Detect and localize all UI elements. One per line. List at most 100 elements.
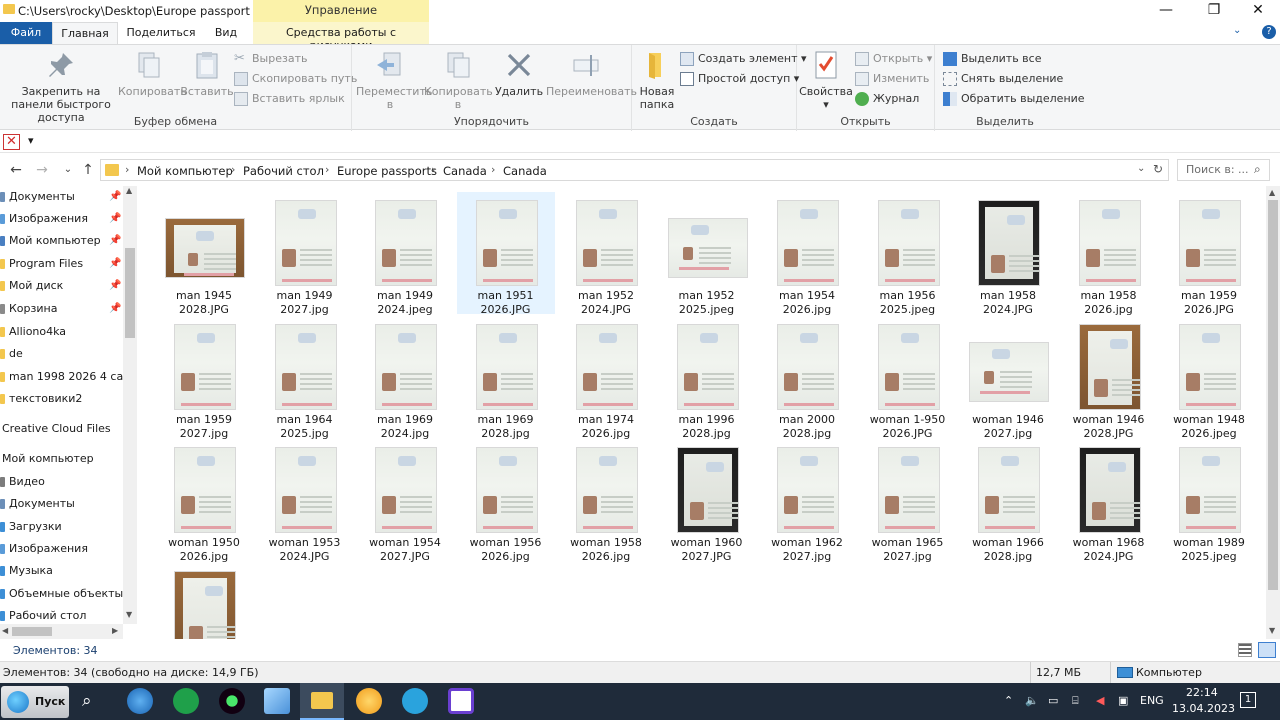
file-item[interactable]: man 1951 2026.JPG [456,192,555,316]
volume-icon[interactable]: 🔈 [1025,694,1039,707]
file-item[interactable]: woman 1965 2027.jpg [859,439,957,563]
file-item[interactable]: man 2000 2028.jpg [758,316,856,440]
minimize-button[interactable]: — [1146,0,1186,22]
ribbon-collapse-icon[interactable]: ⌄ [1233,25,1241,36]
tab-file[interactable]: Файл [0,22,52,44]
start-button[interactable]: Пуск [1,686,69,718]
file-item[interactable]: man 1956 2025.jpeg [859,192,957,316]
paste-button[interactable]: Вставить [180,49,234,98]
easy-access-button[interactable]: Простой доступ ▾ [680,70,799,88]
sidebar-item[interactable]: Музыка [0,561,123,581]
sidebar-item[interactable]: Мой компьютер [0,449,123,469]
file-item[interactable] [155,563,253,639]
sidebar-item[interactable]: Рабочий стол [0,606,123,626]
sidebar-item[interactable]: de [0,344,123,364]
file-item[interactable]: man 1945 2028.JPG [155,192,253,316]
details-view-icon[interactable] [1238,643,1252,657]
file-item[interactable]: woman 1958 2026.jpg [557,439,655,563]
history-button[interactable]: Журнал [855,90,919,108]
search-input[interactable]: Поиск в: ... ⌕ [1177,159,1270,181]
help-icon[interactable]: ? [1262,25,1276,39]
file-item[interactable]: woman 1946 2028.JPG [1060,316,1158,440]
file-item[interactable]: woman 1946 2027.jpg [959,316,1057,440]
file-item[interactable]: woman 1950 2026.jpg [155,439,253,563]
edit-button[interactable]: Изменить [855,70,929,88]
file-item[interactable]: man 1969 2028.jpg [457,316,555,440]
pin-quick-access-button[interactable]: Закрепить на панели быстрого доступа [4,49,118,124]
browser-icon[interactable] [127,688,153,714]
file-item[interactable]: man 1952 2025.jpeg [658,192,756,316]
manage-context-tab[interactable]: Управление [253,0,429,22]
file-item[interactable]: man 1958 2024.JPG [959,192,1057,316]
sidebar-item[interactable]: Объемные объекты [0,584,123,604]
maximize-button[interactable]: ❐ [1194,0,1234,22]
search-icon[interactable]: ⌕ [82,691,92,711]
file-item[interactable]: woman 1966 2028.jpg [959,439,1057,563]
file-item[interactable]: woman 1-950 2026.JPG [859,316,957,440]
breadcrumb-my-computer[interactable]: Мой компьютер [137,164,233,178]
file-item[interactable]: man 1974 2026.jpg [557,316,655,440]
cut-button[interactable]: ✂ Вырезать [234,50,307,68]
sidebar-item[interactable]: Изображения 📌 [0,209,123,229]
invert-selection-button[interactable]: Обратить выделение [943,90,1085,108]
file-item[interactable]: man 1949 2027.jpg [256,192,354,316]
file-item[interactable]: man 1959 2027.jpg [155,316,253,440]
network-icon[interactable]: ⌸ [1072,694,1079,708]
forward-button[interactable]: → [32,160,52,180]
address-bar[interactable]: › Мой компьютер › Рабочий стол › Europe … [100,159,1169,181]
breadcrumb-desktop[interactable]: Рабочий стол [243,164,324,178]
scroll-down-arrow-icon[interactable]: ▼ [126,610,132,619]
select-all-button[interactable]: Выделить все [943,50,1041,68]
sidebar-item[interactable]: Creative Cloud Files [0,419,123,439]
tab-picture-tools[interactable]: Средства работы с рисунками [253,22,429,52]
sidebar-scroll-thumb[interactable] [125,248,135,338]
recent-locations-button[interactable]: ⌄ [58,160,78,180]
app-g-icon[interactable] [448,688,474,714]
scroll-right-arrow-icon[interactable]: ▶ [112,626,118,635]
refresh-button[interactable]: ↻ [1153,162,1163,176]
breadcrumb-canada[interactable]: Canada [443,164,487,178]
new-item-button[interactable]: Создать элемент ▾ [680,50,807,68]
open-button[interactable]: Открыть ▾ [855,50,932,68]
breadcrumb-canada-current[interactable]: Canada [503,164,547,178]
sidebar-item[interactable]: Изображения [0,539,123,559]
sidebar-item[interactable]: текстовики2 [0,389,123,409]
file-item[interactable]: man 1949 2024.jpeg [356,192,454,316]
file-item[interactable]: woman 1960 2027.JPG [658,439,756,563]
file-item[interactable]: woman 1948 2026.jpeg [1160,316,1258,440]
notifications-icon[interactable]: 1 [1240,692,1256,708]
tab-share[interactable]: Поделиться [122,22,200,44]
copy-button[interactable]: Копировать [118,49,187,98]
file-item[interactable]: woman 1953 2024.JPG [256,439,354,563]
up-button[interactable]: ↑ [78,160,98,180]
close-button[interactable]: ✕ [1238,0,1278,22]
file-item[interactable]: man 1958 2026.jpg [1060,192,1158,316]
speaker-muted-icon[interactable]: ◀ [1096,694,1104,707]
scroll-down-arrow-icon[interactable]: ▼ [1269,626,1275,635]
telegram-icon[interactable] [402,688,428,714]
sidebar-item[interactable]: Мой компьютер 📌 [0,231,123,251]
notepad-icon[interactable] [264,688,290,714]
file-item[interactable]: woman 1968 2024.JPG [1060,439,1158,563]
scroll-left-arrow-icon[interactable]: ◀ [2,626,8,635]
qat-customize-dropdown[interactable]: ▾ [28,134,34,147]
rename-button[interactable]: Переименовать [546,49,637,98]
back-button[interactable]: ← [6,160,26,180]
scroll-up-arrow-icon[interactable]: ▲ [126,186,132,195]
file-item[interactable]: woman 1962 2027.jpg [758,439,856,563]
icq-icon[interactable] [219,688,245,714]
battery-icon[interactable]: ▭ [1048,694,1058,707]
sidebar-vertical-scrollbar[interactable]: ▲ ▼ [123,186,137,624]
clock-date[interactable]: 13.04.2023 [1172,702,1235,715]
new-folder-button[interactable]: Новая папка [636,49,678,111]
clock-time[interactable]: 22:14 [1186,686,1218,699]
file-item[interactable]: man 1952 2024.JPG [557,192,655,316]
sidebar-hscroll-thumb[interactable] [12,627,52,636]
explorer-taskbar-button[interactable] [300,683,344,720]
sidebar-item[interactable]: Корзина 📌 [0,299,123,319]
file-item[interactable]: man 1964 2025.jpg [256,316,354,440]
sidebar-item[interactable]: Документы 📌 [0,187,123,207]
sidebar-item[interactable]: Документы [0,494,123,514]
file-item[interactable]: man 1959 2026.JPG [1160,192,1258,316]
content-scroll-thumb[interactable] [1268,200,1278,590]
